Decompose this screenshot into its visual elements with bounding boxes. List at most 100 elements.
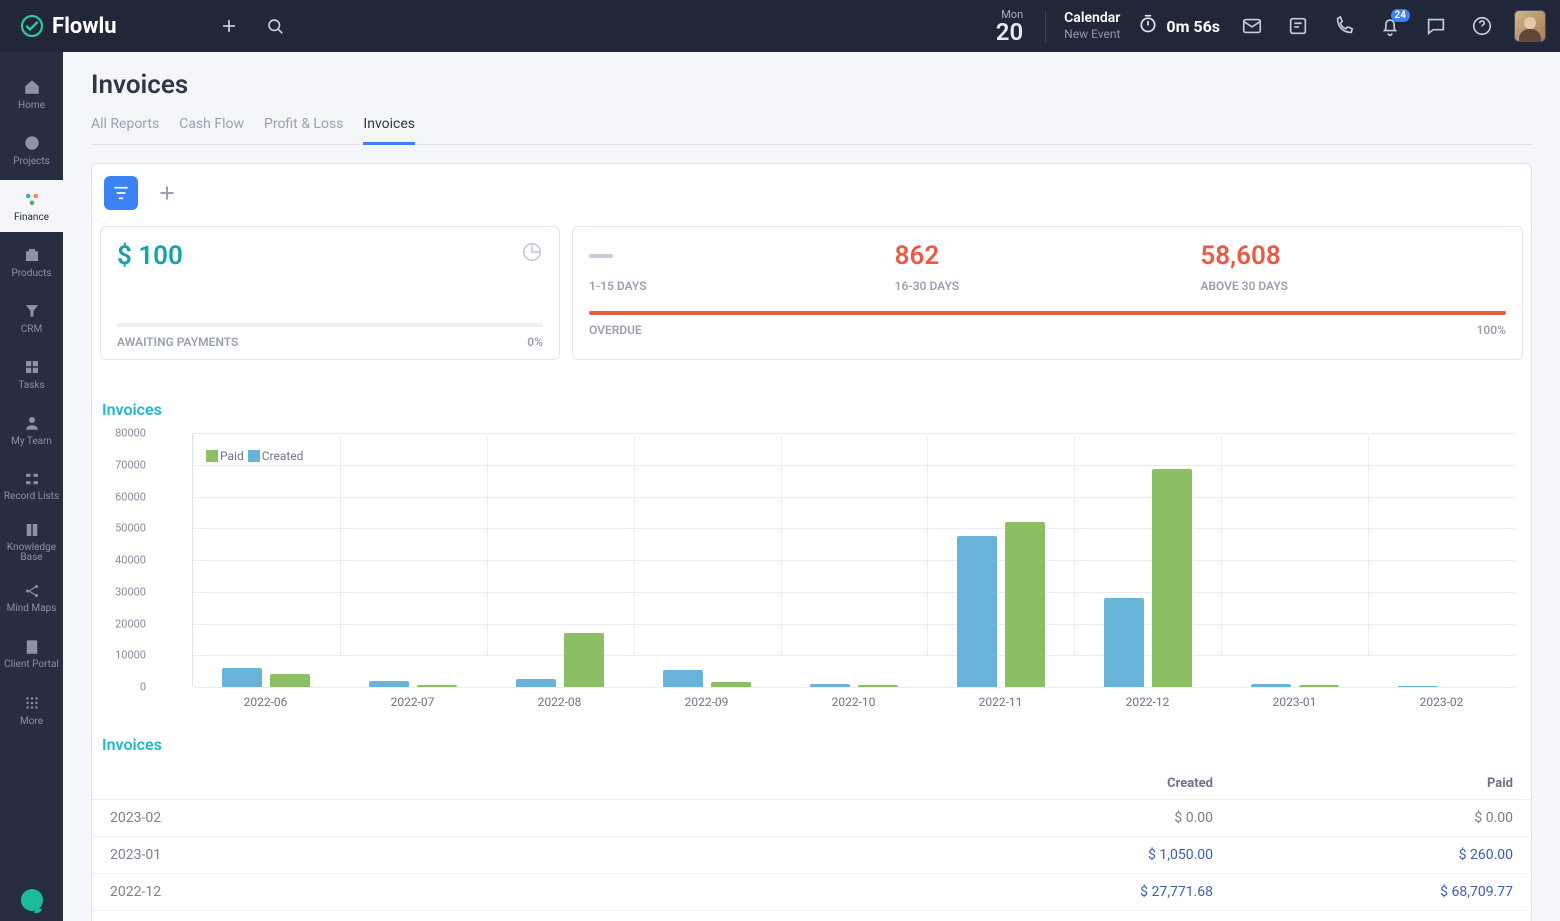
table-title: Invoices <box>92 719 1531 764</box>
bar-created[interactable] <box>810 684 850 687</box>
report-panel: $ 100 AWAITING PAYMENTS 0% 1-15 DAYS <box>91 163 1532 921</box>
bar-created[interactable] <box>1398 686 1438 687</box>
table-row[interactable]: 2022-12$ 27,771.68$ 68,709.77 <box>92 874 1531 911</box>
bar-paid[interactable] <box>858 685 898 687</box>
add-filter-button[interactable] <box>150 176 184 210</box>
awaiting-label: AWAITING PAYMENTS <box>117 335 238 349</box>
report-tabs: All Reports Cash Flow Profit & Loss Invo… <box>91 110 1532 145</box>
sidebar-label: CRM <box>21 324 42 335</box>
brand-name: Flowlu <box>52 14 117 39</box>
overdue-card[interactable]: 1-15 DAYS 862 16-30 DAYS 58,608 ABOVE 30… <box>572 226 1523 360</box>
overdue-progress <box>589 311 1506 315</box>
bar-paid[interactable] <box>711 682 751 687</box>
phone-icon[interactable] <box>1330 12 1358 40</box>
table-row[interactable]: 2023-01$ 1,050.00$ 260.00 <box>92 837 1531 874</box>
cell-created[interactable]: $ 1,050.00 <box>913 847 1213 863</box>
bar-created[interactable] <box>516 679 556 687</box>
cell-period: 2023-01 <box>110 847 913 863</box>
sidebar-item-client-portal[interactable]: Client Portal <box>0 628 63 680</box>
sidebar-item-myteam[interactable]: My Team <box>0 404 63 456</box>
pie-chart-icon <box>521 241 543 267</box>
page-title: Invoices <box>91 70 1532 100</box>
bar-paid[interactable] <box>1005 522 1045 687</box>
mail-icon[interactable] <box>1238 12 1266 40</box>
sidebar-item-home[interactable]: Home <box>0 68 63 120</box>
bar-created[interactable] <box>222 668 262 687</box>
x-category: 2022-06 <box>192 695 339 709</box>
sidebar-item-products[interactable]: Products <box>0 236 63 288</box>
sidebar-item-crm[interactable]: CRM <box>0 292 63 344</box>
bar-created[interactable] <box>369 681 409 687</box>
y-tick: 0 <box>106 681 146 694</box>
y-tick: 50000 <box>106 522 146 535</box>
user-avatar[interactable] <box>1514 10 1546 42</box>
sidebar-item-record-lists[interactable]: Record Lists <box>0 460 63 512</box>
bar-created[interactable] <box>663 670 703 687</box>
bar-paid[interactable] <box>1152 469 1192 687</box>
overdue-16-30-label: 16-30 DAYS <box>895 279 1201 293</box>
overdue-16-30-value: 862 <box>895 241 1201 271</box>
separator <box>1045 10 1046 42</box>
top-bar: Flowlu Mon 20 Calendar New Event 0m 56s … <box>0 0 1560 52</box>
left-sidebar: Home Projects Finance Products CRM Tasks… <box>0 52 63 921</box>
table-header-created: Created <box>913 776 1213 791</box>
bar-paid[interactable] <box>564 633 604 687</box>
tab-all-reports[interactable]: All Reports <box>91 110 159 144</box>
cell-paid[interactable]: $ 68,709.77 <box>1213 884 1513 900</box>
chart-title: Invoices <box>92 384 1531 429</box>
bar-paid[interactable] <box>417 685 457 687</box>
bar-paid[interactable] <box>1299 685 1339 687</box>
x-category: 2022-11 <box>927 695 1074 709</box>
summary-cards: $ 100 AWAITING PAYMENTS 0% 1-15 DAYS <box>92 226 1531 368</box>
global-add-button[interactable] <box>212 9 246 43</box>
tab-invoices[interactable]: Invoices <box>363 110 415 145</box>
cell-period: 2022-12 <box>110 884 913 900</box>
tab-cash-flow[interactable]: Cash Flow <box>179 110 244 144</box>
brand-logo[interactable]: Flowlu <box>20 14 117 39</box>
awaiting-payments-card[interactable]: $ 100 AWAITING PAYMENTS 0% <box>100 226 560 360</box>
y-tick: 40000 <box>106 554 146 567</box>
calendar-title: Calendar <box>1064 9 1120 27</box>
sidebar-item-more[interactable]: More <box>0 684 63 736</box>
global-search-button[interactable] <box>258 9 292 43</box>
cell-paid[interactable]: $ 260.00 <box>1213 847 1513 863</box>
overdue-above-30-label: ABOVE 30 DAYS <box>1200 279 1506 293</box>
sidebar-chat-launcher[interactable] <box>0 889 63 911</box>
sidebar-item-mind-maps[interactable]: Mind Maps <box>0 572 63 624</box>
sidebar-label: Knowledge Base <box>0 543 63 564</box>
y-tick: 60000 <box>106 490 146 503</box>
x-category: 2022-07 <box>339 695 486 709</box>
sidebar-item-tasks[interactable]: Tasks <box>0 348 63 400</box>
bell-icon[interactable]: 24 <box>1376 12 1404 40</box>
tab-profit-loss[interactable]: Profit & Loss <box>264 110 343 144</box>
chat-icon[interactable] <box>1422 12 1450 40</box>
bar-created[interactable] <box>957 536 997 687</box>
help-icon[interactable] <box>1468 12 1496 40</box>
sidebar-label: Home <box>18 100 45 111</box>
filter-button[interactable] <box>104 176 138 210</box>
logo-check-icon <box>20 14 44 38</box>
sidebar-item-finance[interactable]: Finance <box>0 180 63 232</box>
y-tick: 10000 <box>106 649 146 662</box>
table-header-paid: Paid <box>1213 776 1513 791</box>
bar-paid[interactable] <box>270 674 310 687</box>
y-tick: 70000 <box>106 458 146 471</box>
sidebar-label: Record Lists <box>4 492 59 503</box>
y-tick: 80000 <box>106 427 146 440</box>
today-date[interactable]: Mon 20 <box>996 9 1023 44</box>
x-category: 2022-12 <box>1074 695 1221 709</box>
overdue-1-15-value <box>589 254 613 258</box>
sidebar-label: Finance <box>14 212 49 223</box>
notes-icon[interactable] <box>1284 12 1312 40</box>
sidebar-item-knowledge-base[interactable]: Knowledge Base <box>0 516 63 568</box>
bar-created[interactable] <box>1251 684 1291 687</box>
table-row[interactable]: 2023-02$ 0.00$ 0.00 <box>92 800 1531 837</box>
x-category: 2023-01 <box>1221 695 1368 709</box>
bar-created[interactable] <box>1104 598 1144 687</box>
cell-created[interactable]: $ 27,771.68 <box>913 884 1213 900</box>
sidebar-label: More <box>20 716 43 727</box>
timer-widget[interactable]: 0m 56s <box>1138 14 1220 38</box>
sidebar-item-projects[interactable]: Projects <box>0 124 63 176</box>
calendar-quick-link[interactable]: Calendar New Event <box>1064 9 1120 43</box>
overdue-pct: 100% <box>1477 323 1506 337</box>
